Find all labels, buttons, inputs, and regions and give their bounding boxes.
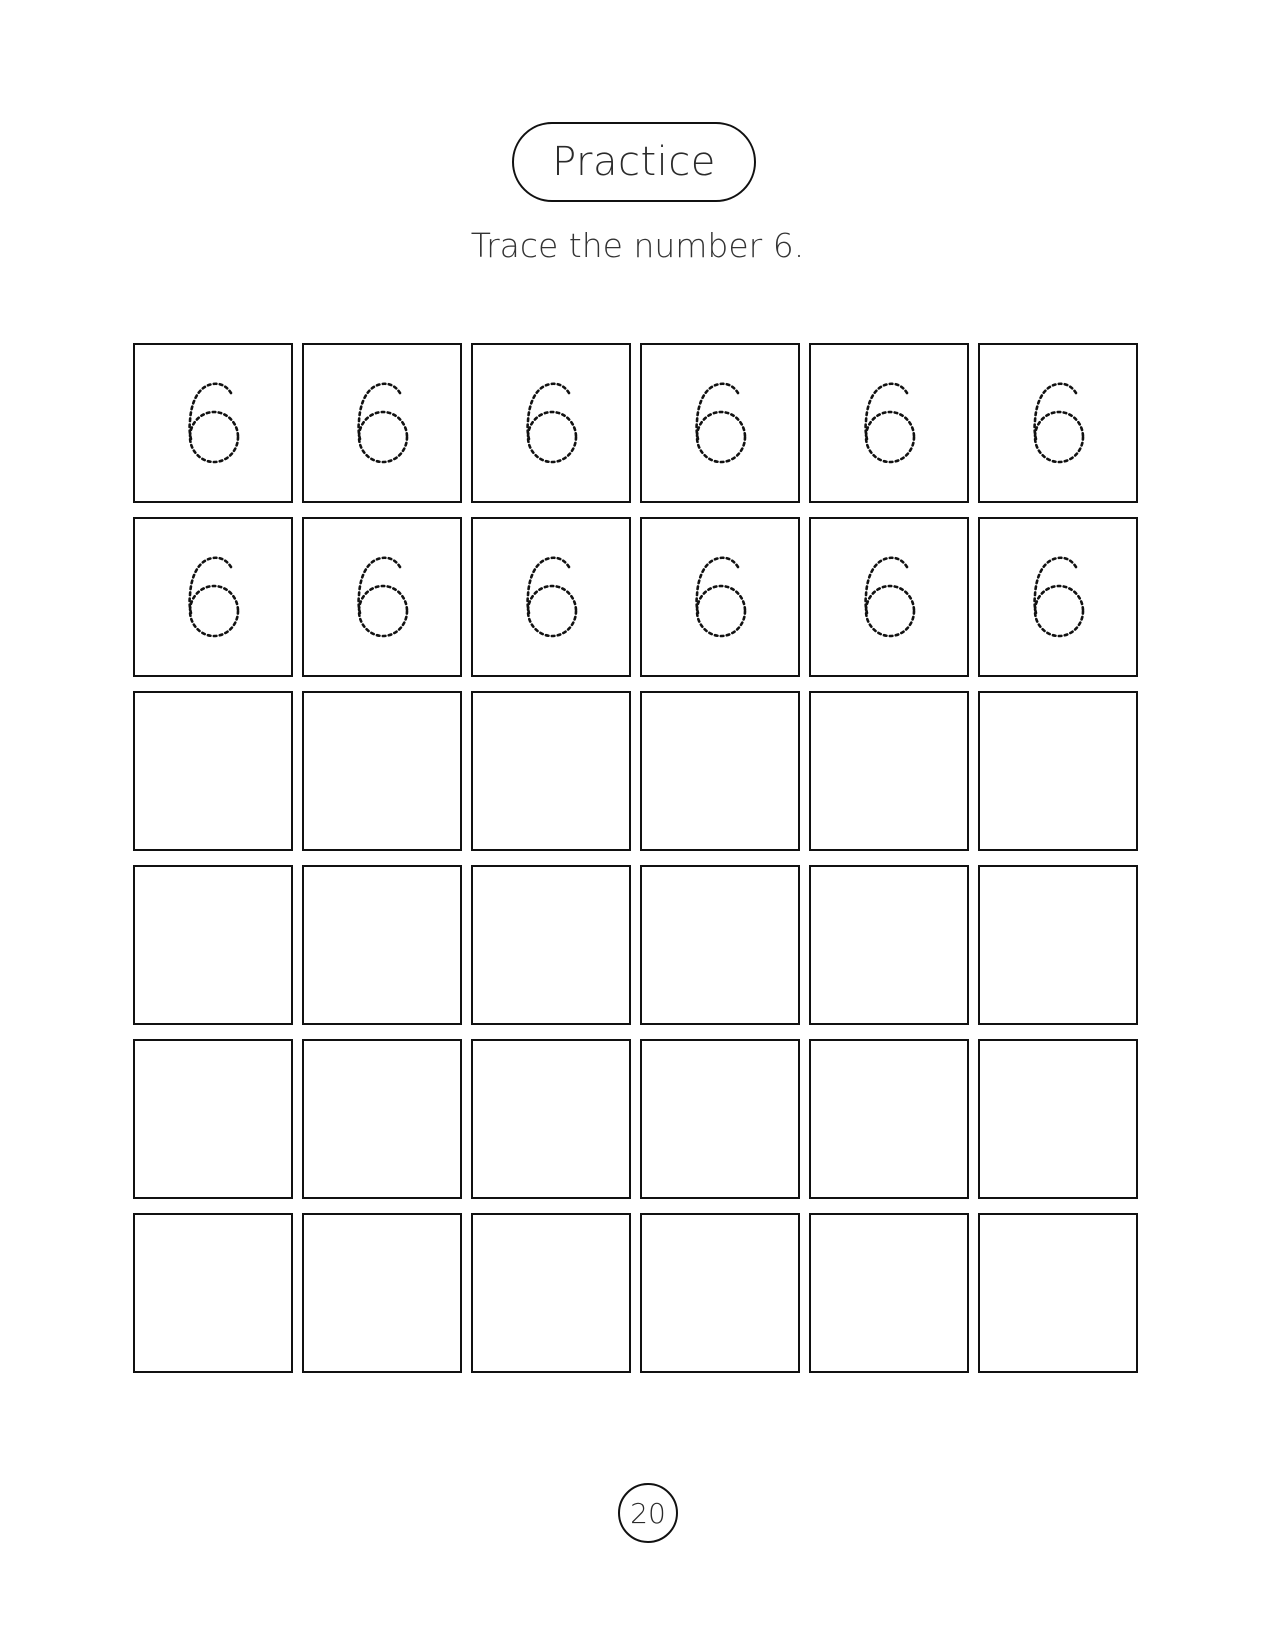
blank-practice-cell[interactable] bbox=[978, 691, 1138, 851]
dotted-digit-6 bbox=[864, 556, 916, 638]
blank-practice-cell[interactable] bbox=[809, 691, 969, 851]
blank-practice-cell[interactable] bbox=[809, 865, 969, 1025]
page-number-badge: 20 bbox=[618, 1483, 678, 1543]
blank-practice-cell[interactable] bbox=[978, 865, 1138, 1025]
blank-practice-cell[interactable] bbox=[302, 1039, 462, 1199]
trace-cell[interactable] bbox=[471, 343, 631, 503]
blank-practice-cell[interactable] bbox=[471, 691, 631, 851]
dotted-digit-6 bbox=[188, 382, 240, 464]
blank-practice-cell[interactable] bbox=[809, 1213, 969, 1373]
blank-practice-cell[interactable] bbox=[302, 865, 462, 1025]
blank-practice-cell[interactable] bbox=[471, 1039, 631, 1199]
dotted-digit-6 bbox=[1033, 382, 1085, 464]
blank-practice-cell[interactable] bbox=[978, 1039, 1138, 1199]
dotted-digit-6 bbox=[1033, 556, 1085, 638]
trace-cell[interactable] bbox=[978, 517, 1138, 677]
trace-cell[interactable] bbox=[302, 343, 462, 503]
blank-practice-cell[interactable] bbox=[471, 865, 631, 1025]
dotted-digit-6 bbox=[188, 556, 240, 638]
trace-cell[interactable] bbox=[640, 517, 800, 677]
dotted-digit-6 bbox=[526, 382, 578, 464]
dotted-digit-6 bbox=[526, 556, 578, 638]
blank-practice-cell[interactable] bbox=[133, 1039, 293, 1199]
instruction-text: Trace the number 6. bbox=[470, 226, 805, 265]
blank-practice-cell[interactable] bbox=[640, 865, 800, 1025]
blank-practice-cell[interactable] bbox=[978, 1213, 1138, 1373]
dotted-digit-6 bbox=[357, 556, 409, 638]
blank-practice-cell[interactable] bbox=[133, 691, 293, 851]
blank-practice-cell[interactable] bbox=[302, 691, 462, 851]
dotted-digit-6 bbox=[695, 382, 747, 464]
blank-practice-cell[interactable] bbox=[640, 1039, 800, 1199]
blank-practice-cell[interactable] bbox=[133, 865, 293, 1025]
page-number: 20 bbox=[630, 1496, 666, 1530]
dotted-digit-6 bbox=[695, 556, 747, 638]
blank-practice-cell[interactable] bbox=[640, 1213, 800, 1373]
trace-cell[interactable] bbox=[471, 517, 631, 677]
trace-cell[interactable] bbox=[978, 343, 1138, 503]
blank-practice-cell[interactable] bbox=[133, 1213, 293, 1373]
blank-practice-cell[interactable] bbox=[640, 691, 800, 851]
trace-cell[interactable] bbox=[133, 343, 293, 503]
trace-cell[interactable] bbox=[302, 517, 462, 677]
tracing-grid bbox=[133, 343, 1139, 1373]
dotted-digit-6 bbox=[357, 382, 409, 464]
trace-cell[interactable] bbox=[640, 343, 800, 503]
trace-cell[interactable] bbox=[809, 517, 969, 677]
title-pill: Practice bbox=[512, 122, 756, 202]
trace-cell[interactable] bbox=[133, 517, 293, 677]
blank-practice-cell[interactable] bbox=[302, 1213, 462, 1373]
blank-practice-cell[interactable] bbox=[471, 1213, 631, 1373]
page-title: Practice bbox=[552, 139, 716, 185]
dotted-digit-6 bbox=[864, 382, 916, 464]
blank-practice-cell[interactable] bbox=[809, 1039, 969, 1199]
trace-cell[interactable] bbox=[809, 343, 969, 503]
